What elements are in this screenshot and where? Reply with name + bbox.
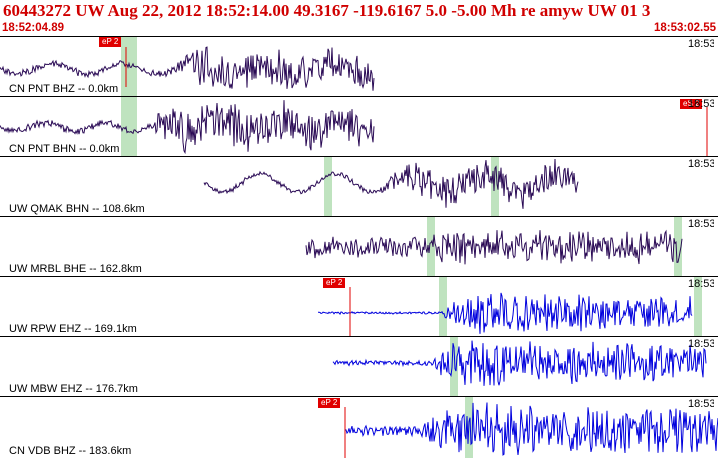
- station-label: CN PNT BHN -- 0.0km: [9, 143, 120, 155]
- phase-window: [439, 277, 447, 336]
- trace-panel-qmak-bhn[interactable]: 18:53 UW QMAK BHN -- 108.6km: [0, 156, 718, 216]
- trace-panel-mrbl-bhe[interactable]: 18:53 UW MRBL BHE -- 162.8km: [0, 216, 718, 276]
- trace-panel-rpw-ehz[interactable]: eP 2 18:53 UW RPW EHZ -- 169.1km: [0, 276, 718, 336]
- trace-time-label: 18:53: [688, 338, 714, 350]
- pick-marker-label[interactable]: eP 2: [323, 278, 346, 288]
- station-label: UW QMAK BHN -- 108.6km: [9, 203, 145, 215]
- pick-marker-label[interactable]: eP 2: [318, 398, 341, 408]
- window-start-time: 18:52:04.89: [2, 22, 65, 34]
- event-header: 60443272 UW Aug 22, 2012 18:52:14.00 49.…: [0, 0, 718, 36]
- trace-time-label: 18:53: [688, 98, 714, 110]
- station-label: UW RPW EHZ -- 169.1km: [9, 323, 137, 335]
- event-title: 60443272 UW Aug 22, 2012 18:52:14.00 49.…: [3, 1, 651, 20]
- phase-window: [121, 97, 137, 156]
- phase-window: [324, 157, 332, 216]
- pick-marker-label[interactable]: eP 2: [99, 37, 122, 47]
- station-label: UW MBW EHZ -- 176.7km: [9, 383, 138, 395]
- waveform-trace: [203, 158, 579, 209]
- waveform-trace: [345, 402, 718, 456]
- trace-panel-pnt-bhz[interactable]: eP 2 18:53 CN PNT BHZ -- 0.0km: [0, 36, 718, 96]
- window-end-time: 18:53:02.55: [653, 22, 716, 34]
- trace-panel-mbw-ehz[interactable]: 18:53 UW MBW EHZ -- 176.7km: [0, 336, 718, 396]
- station-label: CN VDB BHZ -- 183.6km: [9, 445, 132, 457]
- trace-time-label: 18:53: [688, 218, 714, 230]
- waveform-trace: [305, 229, 683, 265]
- station-label: CN PNT BHZ -- 0.0km: [9, 83, 119, 95]
- trace-time-label: 18:53: [688, 398, 714, 410]
- station-label: UW MRBL BHE -- 162.8km: [9, 263, 142, 275]
- trace-panel-pnt-bhn[interactable]: eS 2 18:53 CN PNT BHN -- 0.0km: [0, 96, 718, 156]
- waveform-trace: [332, 340, 707, 386]
- trace-time-label: 18:53: [688, 278, 714, 290]
- trace-panel-vdb-bhz[interactable]: eP 2 18:53 CN VDB BHZ -- 183.6km: [0, 396, 718, 458]
- trace-time-label: 18:53: [688, 38, 714, 50]
- trace-stack: eP 2 18:53 CN PNT BHZ -- 0.0km eS 2 18:5…: [0, 36, 718, 458]
- waveform-trace: [318, 292, 693, 334]
- trace-time-label: 18:53: [688, 158, 714, 170]
